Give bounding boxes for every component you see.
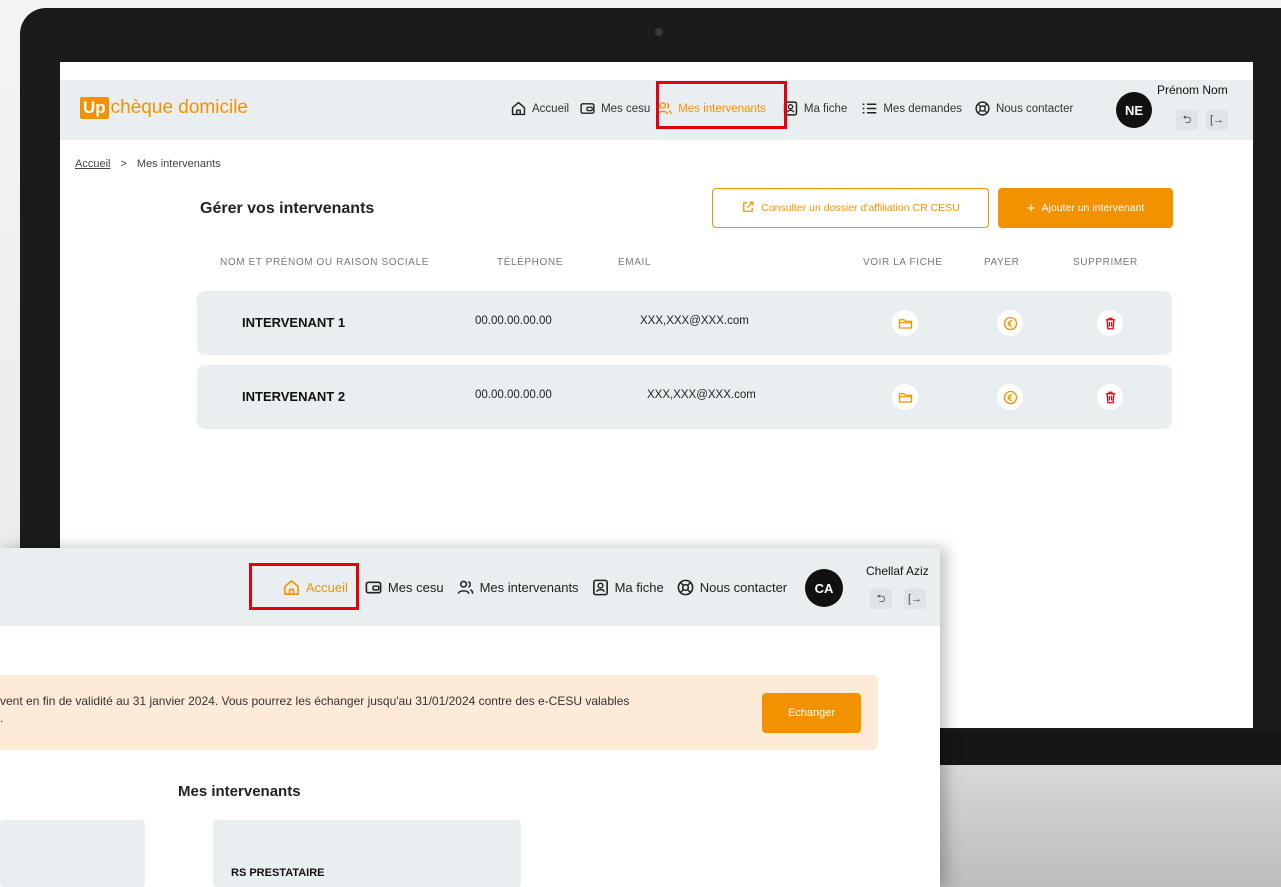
list-icon	[861, 100, 878, 117]
key-icon[interactable]: ⮌	[870, 589, 892, 609]
nav-item-mes-cesu[interactable]: Mes cesu	[579, 100, 650, 117]
logo[interactable]: Up chèque domicile	[80, 97, 248, 119]
overlay-screenshot: Accueil Mes cesu Mes intervenants Ma fic…	[0, 548, 940, 887]
nav-label: Mes cesu	[601, 102, 651, 115]
nav-label: Ma fiche	[614, 580, 664, 595]
banner-line-1: vent en fin de validité au 31 janvier 20…	[0, 694, 630, 708]
nav-item-ma-fiche[interactable]: Ma fiche	[782, 100, 847, 117]
home-icon	[510, 100, 527, 117]
user-name: Prénom Nom	[1157, 83, 1228, 97]
column-header-name: NOM ET PRÉNOM OU RAISON SOCIALE	[220, 257, 430, 268]
nav-item-nous-contacter[interactable]: Nous contacter	[974, 100, 1073, 117]
column-header-view: VOIR LA FICHE	[863, 257, 943, 268]
table-row: INTERVENANT 1 00.00.00.00.00 XXX,XXX@XXX…	[197, 291, 1172, 355]
plus-icon: +	[1026, 199, 1036, 217]
highlight-mes-intervenants	[656, 81, 787, 129]
intervenant-email: XXX,XXX@XXX.com	[640, 315, 749, 327]
users-icon	[456, 578, 475, 597]
lifebuoy-icon	[676, 578, 695, 597]
user-name: Chellaf Aziz	[866, 564, 929, 578]
breadcrumb-current: Mes intervenants	[136, 158, 221, 170]
intervenant-email: XXX,XXX@XXX.com	[647, 389, 756, 401]
banner-line-2: .	[0, 711, 4, 725]
euro-icon[interactable]	[997, 384, 1023, 410]
trash-icon[interactable]	[1097, 310, 1123, 336]
card-label: RS PRESTATAIRE	[231, 867, 325, 879]
nav-item-mes-cesu[interactable]: Mes cesu	[364, 578, 444, 597]
nav-label: Nous contacter	[699, 580, 788, 595]
intervenant-phone: 00.00.00.00.00	[475, 389, 552, 401]
info-banner: vent en fin de validité au 31 janvier 20…	[0, 675, 878, 750]
page-title: Gérer vos intervenants	[200, 200, 375, 217]
wallet-icon	[364, 578, 383, 597]
folder-icon[interactable]	[892, 384, 918, 410]
logo-text: chèque domicile	[110, 97, 248, 118]
consult-affiliation-button[interactable]: Consulter un dossier d'affiliation CR CE…	[712, 188, 989, 228]
desk-surface	[940, 765, 1281, 887]
wallet-icon	[579, 100, 596, 117]
table-row: INTERVENANT 2 00.00.00.00.00 XXX,XXX@XXX…	[197, 365, 1172, 429]
highlight-accueil	[249, 563, 359, 610]
breadcrumb: Accueil > Mes intervenants	[75, 158, 221, 170]
nav-label: Mes demandes	[883, 102, 962, 115]
column-header-delete: SUPPRIMER	[1073, 257, 1138, 268]
nav-item-nous-contacter[interactable]: Nous contacter	[676, 578, 787, 597]
external-link-icon	[741, 200, 755, 217]
id-card-icon	[591, 578, 610, 597]
nav-label: Mes intervenants	[479, 580, 579, 595]
logout-icon[interactable]: [→	[904, 589, 926, 609]
nav-label: Accueil	[532, 102, 570, 115]
nav-label: Mes cesu	[387, 580, 444, 595]
nav-item-mes-intervenants[interactable]: Mes intervenants	[456, 578, 579, 597]
consult-affiliation-label: Consulter un dossier d'affiliation CR CE…	[761, 202, 960, 214]
logo-badge: Up	[80, 97, 109, 119]
intervenant-name: INTERVENANT 2	[242, 389, 346, 404]
nav-label: Nous contacter	[995, 102, 1074, 115]
nav-item-ma-fiche[interactable]: Ma fiche	[591, 578, 664, 597]
logout-icon[interactable]: [→	[1206, 110, 1228, 130]
intervenant-card[interactable]: RS PRESTATAIRE	[213, 820, 521, 887]
nav-item-mes-demandes[interactable]: Mes demandes	[861, 100, 962, 117]
trash-icon[interactable]	[1097, 384, 1123, 410]
column-header-email: EMAIL	[618, 257, 652, 268]
folder-icon[interactable]	[892, 310, 918, 336]
camera	[655, 28, 663, 36]
breadcrumb-separator: >	[120, 158, 127, 170]
avatar[interactable]: CA	[805, 569, 843, 607]
intervenant-name: INTERVENANT 1	[242, 315, 346, 330]
nav-label: Ma fiche	[803, 102, 848, 115]
avatar[interactable]: NE	[1116, 92, 1152, 128]
nav-item-accueil[interactable]: Accueil	[510, 100, 569, 117]
banner-text: vent en fin de validité au 31 janvier 20…	[0, 693, 740, 727]
intervenant-phone: 00.00.00.00.00	[475, 315, 552, 327]
section-title: Mes intervenants	[178, 783, 301, 800]
lifebuoy-icon	[974, 100, 991, 117]
key-icon[interactable]: ⮌	[1176, 110, 1198, 130]
euro-icon[interactable]	[997, 310, 1023, 336]
intervenant-card[interactable]	[0, 820, 145, 887]
column-header-phone: TÉLÉPHONE	[497, 257, 563, 268]
add-intervenant-label: Ajouter un intervenant	[1041, 202, 1145, 214]
overlay-header: Accueil Mes cesu Mes intervenants Ma fic…	[0, 548, 940, 626]
breadcrumb-home-link[interactable]: Accueil	[75, 158, 110, 170]
main-nav: Accueil Mes cesu Mes intervenants Ma fic…	[510, 100, 1073, 117]
echanger-button[interactable]: Echanger	[762, 693, 861, 733]
column-header-pay: PAYER	[984, 257, 1020, 268]
add-intervenant-button[interactable]: + Ajouter un intervenant	[998, 188, 1173, 228]
